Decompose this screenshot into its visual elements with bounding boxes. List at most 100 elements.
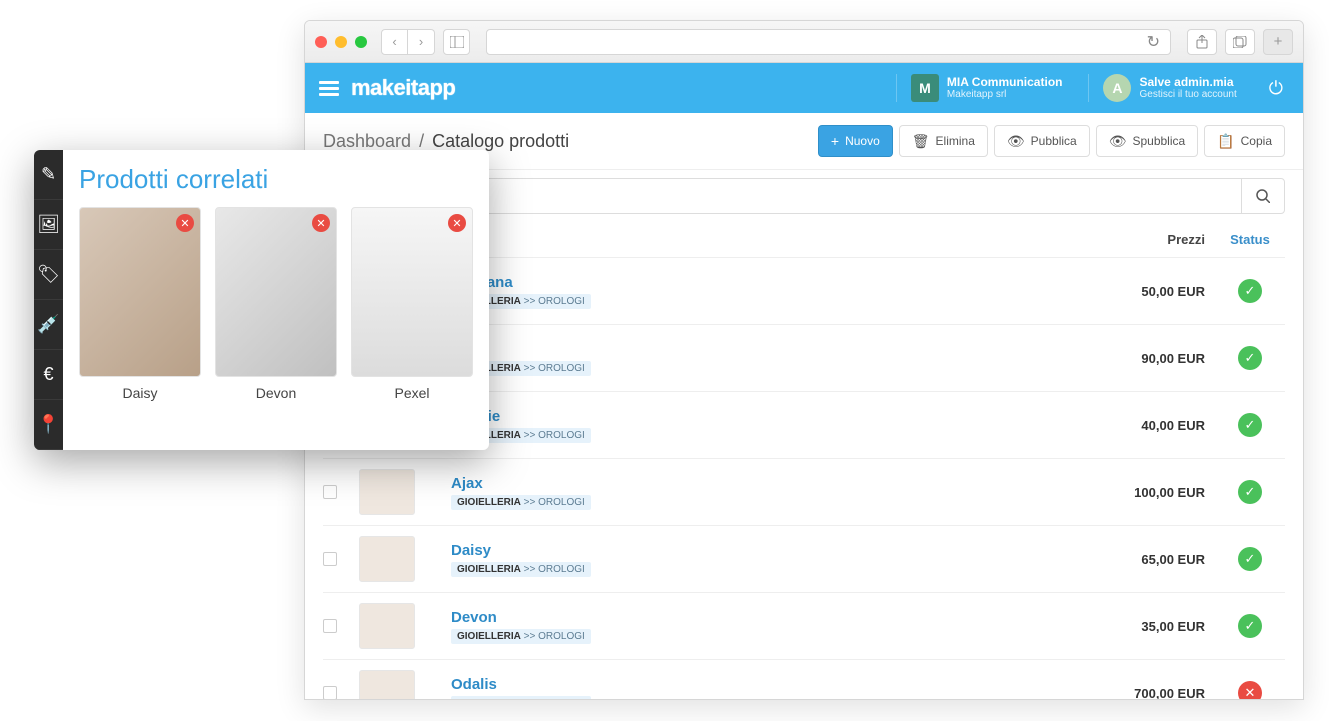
- product-status: ✓: [1215, 480, 1285, 504]
- org-avatar: M: [911, 74, 939, 102]
- related-name: Pexel: [351, 385, 473, 401]
- side-toolbar: ✎ 🖼 🏷 💉 € 📍: [34, 150, 63, 450]
- elimina-label: Elimina: [936, 134, 975, 148]
- product-cell: Daisy GIOIELLERIA >> OROLOGI: [451, 542, 1065, 577]
- new-tab-button[interactable]: +: [1263, 29, 1293, 55]
- row-checkbox[interactable]: [323, 485, 337, 499]
- breadcrumb-sep: /: [419, 131, 424, 152]
- col-nome[interactable]: Nome: [451, 232, 1065, 247]
- elimina-button[interactable]: 🗑 Elimina: [899, 125, 988, 157]
- related-title: Prodotti correlati: [79, 164, 473, 195]
- related-thumb: ✕: [215, 207, 337, 377]
- app-header: makeitapp M MIA Communication Makeitapp …: [305, 63, 1303, 113]
- product-name[interactable]: Odalis: [451, 676, 1065, 693]
- related-item[interactable]: ✕ Pexel: [351, 207, 473, 401]
- product-status: ✓: [1215, 614, 1285, 638]
- related-item[interactable]: ✕ Daisy: [79, 207, 201, 401]
- table-row[interactable]: Daisy GIOIELLERIA >> OROLOGI 65,00 EUR ✓: [323, 526, 1285, 593]
- copia-button[interactable]: 📋 Copia: [1204, 125, 1285, 157]
- related-name: Daisy: [79, 385, 201, 401]
- product-name[interactable]: Devon: [451, 609, 1065, 626]
- maximize-window-icon[interactable]: [355, 36, 367, 48]
- tabs-icon: [1233, 36, 1247, 48]
- row-checkbox[interactable]: [323, 619, 337, 633]
- product-name[interactable]: Lonnie: [451, 408, 1065, 425]
- tabs-button[interactable]: [1225, 29, 1255, 55]
- forward-button[interactable]: ›: [408, 29, 435, 55]
- remove-related-button[interactable]: ✕: [312, 214, 330, 232]
- org-name: MIA Communication: [947, 76, 1063, 89]
- account-block[interactable]: A Salve admin.mia Gestisci il tuo accoun…: [1088, 74, 1250, 102]
- share-icon: [1196, 35, 1208, 49]
- user-name: Salve admin.mia: [1139, 76, 1236, 89]
- product-thumb: [359, 469, 415, 515]
- pubblica-label: Pubblica: [1031, 134, 1077, 148]
- table-row[interactable]: Ajax GIOIELLERIA >> OROLOGI 100,00 EUR ✓: [323, 459, 1285, 526]
- copy-icon: 📋: [1217, 133, 1234, 150]
- product-cell: Lonnie GIOIELLERIA >> OROLOGI: [451, 408, 1065, 443]
- product-name[interactable]: Ajax: [451, 475, 1065, 492]
- close-window-icon[interactable]: [315, 36, 327, 48]
- product-status: ✓: [1215, 413, 1285, 437]
- breadcrumb-root[interactable]: Dashboard: [323, 131, 411, 152]
- nav-back-forward: ‹ ›: [381, 29, 435, 55]
- col-prezzi[interactable]: Prezzi: [1075, 232, 1205, 247]
- copia-label: Copia: [1241, 134, 1272, 148]
- window-controls: [315, 36, 367, 48]
- product-cell: Odalis GIOIELLERIA >> OROLOGI: [451, 676, 1065, 701]
- product-tag: GIOIELLERIA >> OROLOGI: [451, 495, 591, 510]
- back-button[interactable]: ‹: [381, 29, 408, 55]
- product-price: 65,00 EUR: [1075, 552, 1205, 567]
- plus-icon: +: [831, 133, 839, 149]
- related-panel: ✎ 🖼 🏷 💉 € 📍 Prodotti correlati ✕ Daisy ✕…: [34, 150, 489, 450]
- product-cell: Devon GIOIELLERIA >> OROLOGI: [451, 609, 1065, 644]
- product-status: ✓: [1215, 547, 1285, 571]
- related-thumb: ✕: [351, 207, 473, 377]
- product-price: 700,00 EUR: [1075, 686, 1205, 701]
- euro-icon[interactable]: €: [34, 350, 63, 400]
- status-icon: ✕: [1238, 681, 1262, 700]
- sidebar-toggle-button[interactable]: [443, 29, 470, 55]
- row-checkbox[interactable]: [323, 686, 337, 700]
- org-block[interactable]: M MIA Communication Makeitapp srl: [896, 74, 1077, 102]
- product-name[interactable]: Daisy: [451, 542, 1065, 559]
- row-checkbox[interactable]: [323, 552, 337, 566]
- status-icon: ✓: [1238, 614, 1262, 638]
- remove-related-button[interactable]: ✕: [176, 214, 194, 232]
- trash-icon: 🗑: [912, 133, 930, 150]
- logout-button[interactable]: ⏻: [1263, 78, 1289, 99]
- related-thumb: ✕: [79, 207, 201, 377]
- tag-icon[interactable]: 🏷: [34, 250, 63, 300]
- edit-icon[interactable]: ✎: [34, 150, 63, 200]
- nuovo-button[interactable]: +Nuovo: [818, 125, 893, 157]
- share-button[interactable]: [1187, 29, 1217, 55]
- product-name[interactable]: Lane: [451, 341, 1065, 358]
- app-logo: makeitapp: [351, 75, 455, 101]
- eyedropper-icon[interactable]: 💉: [34, 300, 63, 350]
- status-icon: ✓: [1238, 547, 1262, 571]
- pubblica-button[interactable]: 👁Pubblica: [994, 125, 1090, 157]
- remove-related-button[interactable]: ✕: [448, 214, 466, 232]
- product-price: 35,00 EUR: [1075, 619, 1205, 634]
- table-row[interactable]: Odalis GIOIELLERIA >> OROLOGI 700,00 EUR…: [323, 660, 1285, 700]
- address-bar[interactable]: ↻: [486, 29, 1171, 55]
- product-name[interactable]: Montana: [451, 274, 1065, 291]
- col-status[interactable]: Status: [1215, 232, 1285, 247]
- table-row[interactable]: Devon GIOIELLERIA >> OROLOGI 35,00 EUR ✓: [323, 593, 1285, 660]
- product-price: 90,00 EUR: [1075, 351, 1205, 366]
- sidebar-icon: [450, 36, 464, 48]
- breadcrumb-current: Catalogo prodotti: [432, 131, 569, 152]
- browser-toolbar: ‹ › ↻ +: [305, 21, 1303, 63]
- search-button[interactable]: [1241, 178, 1285, 214]
- minimize-window-icon[interactable]: [335, 36, 347, 48]
- user-sub: Gestisci il tuo account: [1139, 89, 1236, 100]
- pin-icon[interactable]: 📍: [34, 400, 63, 450]
- menu-button[interactable]: [319, 81, 339, 96]
- status-icon: ✓: [1238, 279, 1262, 303]
- product-thumb: [359, 670, 415, 700]
- image-icon[interactable]: 🖼: [34, 200, 63, 250]
- spubblica-button[interactable]: 👁Spubblica: [1096, 125, 1199, 157]
- related-item[interactable]: ✕ Devon: [215, 207, 337, 401]
- product-status: ✓: [1215, 346, 1285, 370]
- reload-icon[interactable]: ↻: [1147, 32, 1160, 52]
